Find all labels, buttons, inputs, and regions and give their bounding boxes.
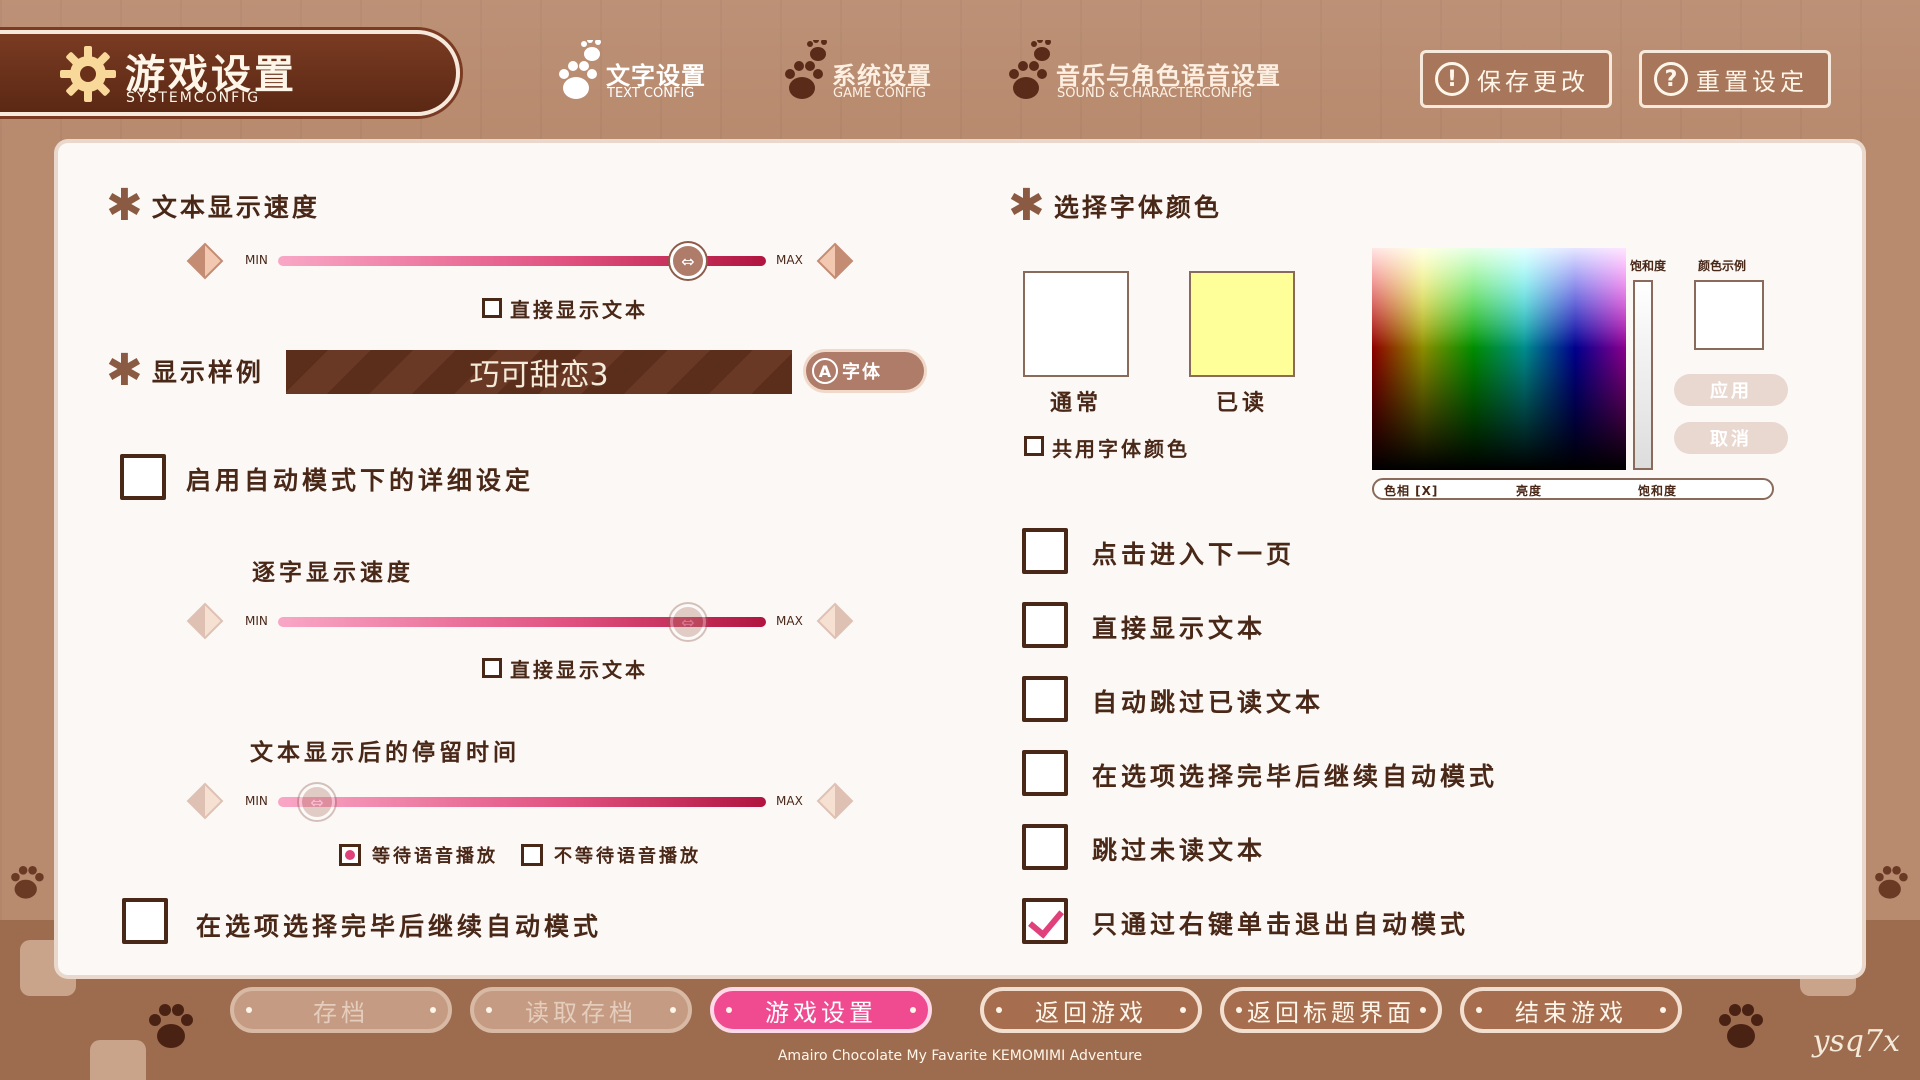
- auto-speed-title: 逐字显示速度: [252, 560, 414, 586]
- asterisk-icon: ✱: [106, 345, 146, 396]
- skip-read-checkbox[interactable]: [1022, 676, 1068, 722]
- tab-sound-config[interactable]: 音乐与角色语音设置 SOUND & CHARACTERCONFIG: [1006, 40, 1306, 110]
- return-title-button[interactable]: 返回标题界面: [1220, 987, 1442, 1033]
- return-game-button[interactable]: 返回游戏: [980, 987, 1202, 1033]
- paw-icon: [559, 40, 601, 99]
- decrease-arrow-icon[interactable]: [186, 242, 224, 280]
- no-wait-voice-radio[interactable]: [521, 844, 543, 866]
- wait-voice-radio[interactable]: [339, 844, 361, 866]
- decrease-arrow-icon[interactable]: [186, 602, 224, 640]
- color-preview: [1694, 280, 1764, 350]
- exclamation-icon: !: [1435, 62, 1469, 96]
- game-settings-button[interactable]: 游戏设置: [710, 987, 932, 1033]
- right-click-exit-auto-checkbox[interactable]: [1022, 898, 1068, 944]
- instant-text-option-checkbox[interactable]: [1022, 602, 1068, 648]
- normal-color-swatch[interactable]: [1023, 271, 1129, 377]
- asterisk-icon: ✱: [106, 180, 146, 231]
- auto-speed-knob[interactable]: ⇔: [669, 604, 706, 640]
- click-next-page-checkbox[interactable]: [1022, 528, 1068, 574]
- auto-instant-text-checkbox[interactable]: [482, 658, 502, 678]
- hsv-readout: 色相 [X] 亮度 饱和度: [1372, 478, 1774, 500]
- exit-game-button[interactable]: 结束游戏: [1460, 987, 1682, 1033]
- footer-title: Amairo Chocolate My Favarite KEMOMIMI Ad…: [777, 1048, 1143, 1064]
- font-color-title: ✱ 选择字体颜色: [1008, 180, 1222, 231]
- continue-auto-option-checkbox[interactable]: [1022, 750, 1068, 796]
- cancel-button[interactable]: 取消: [1674, 422, 1788, 454]
- instant-text-checkbox[interactable]: [482, 298, 502, 318]
- color-picker[interactable]: [1372, 248, 1626, 470]
- decrease-arrow-icon[interactable]: [186, 782, 224, 820]
- page-subtitle: SYSTEMCONFIG: [126, 90, 261, 106]
- paw-icon: [1875, 866, 1908, 899]
- reset-button[interactable]: ? 重置设定: [1639, 50, 1831, 108]
- tab-text-config[interactable]: 文字设置 TEXT CONFIG: [556, 40, 716, 110]
- text-speed-title: ✱ 文本显示速度: [106, 180, 320, 231]
- sample-title: ✱ 显示样例: [106, 345, 264, 396]
- wait-time-title: 文本显示后的停留时间: [250, 740, 520, 766]
- apply-button[interactable]: 应用: [1674, 374, 1788, 406]
- paw-icon: [11, 866, 44, 899]
- gear-icon: [60, 46, 116, 102]
- paw-icon: [1009, 40, 1051, 99]
- read-color-swatch[interactable]: [1189, 271, 1295, 377]
- sample-text-display: 巧可甜恋3: [286, 350, 792, 394]
- text-speed-knob[interactable]: ⇔: [669, 243, 706, 279]
- wait-time-knob[interactable]: ⇔: [299, 784, 336, 820]
- increase-arrow-icon[interactable]: [816, 242, 854, 280]
- a-button-icon: A: [812, 358, 838, 384]
- question-icon: ?: [1654, 62, 1688, 96]
- load-game-button[interactable]: 读取存档: [470, 987, 692, 1033]
- font-button[interactable]: A 字体: [806, 352, 924, 390]
- saturation-bar[interactable]: [1633, 280, 1653, 470]
- skip-unread-checkbox[interactable]: [1022, 824, 1068, 870]
- save-game-button[interactable]: 存档: [230, 987, 452, 1033]
- save-button[interactable]: ! 保存更改: [1420, 50, 1612, 108]
- continue-auto-checkbox[interactable]: [122, 898, 168, 944]
- increase-arrow-icon[interactable]: [816, 602, 854, 640]
- share-font-color-checkbox[interactable]: [1024, 436, 1044, 456]
- paw-icon: [785, 40, 827, 99]
- increase-arrow-icon[interactable]: [816, 782, 854, 820]
- asterisk-icon: ✱: [1008, 180, 1048, 231]
- auto-detail-checkbox[interactable]: [120, 454, 166, 500]
- watermark: ysq7x: [1812, 1024, 1900, 1059]
- tab-game-config[interactable]: 系统设置 GAME CONFIG: [782, 40, 942, 110]
- wait-time-slider[interactable]: [278, 797, 766, 807]
